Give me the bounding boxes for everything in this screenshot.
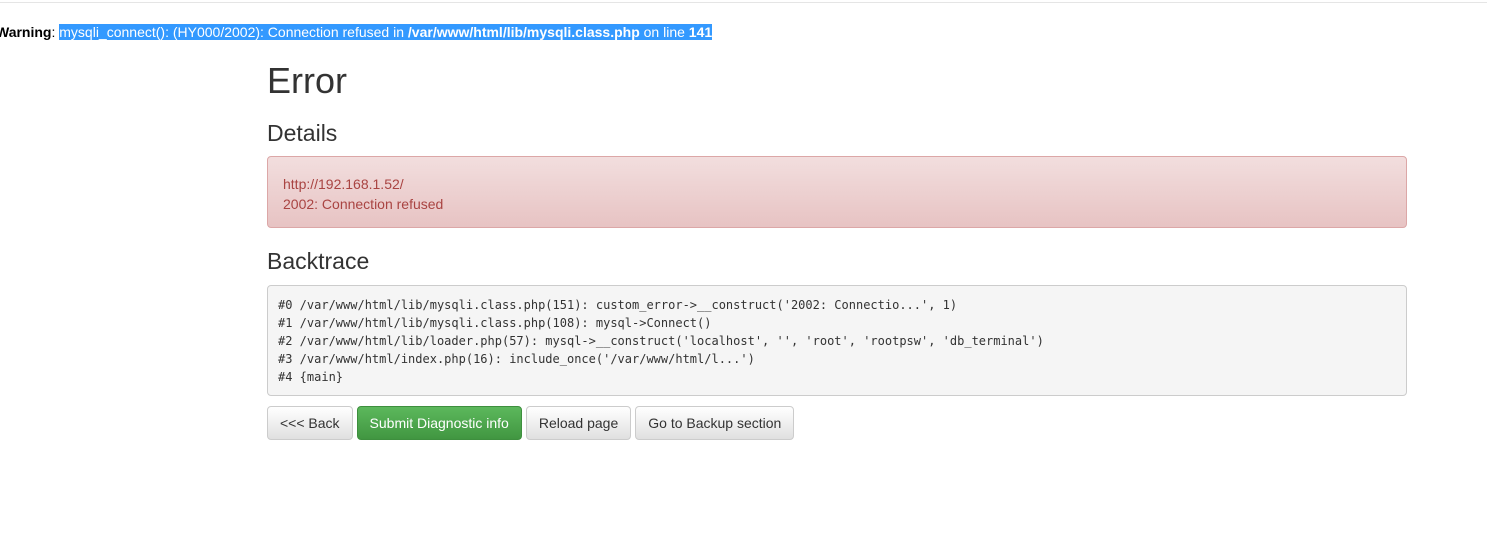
warning-message: mysqli_connect(): (HY000/2002): Connecti…: [59, 24, 408, 40]
main-container: Error Details http://192.168.1.52/ 2002:…: [267, 58, 1407, 440]
warning-selected-text: mysqli_connect(): (HY000/2002): Connecti…: [59, 24, 713, 40]
warning-on-line: on line: [639, 24, 689, 40]
error-alert: http://192.168.1.52/ 2002: Connection re…: [267, 156, 1407, 228]
backtrace-line: #1 /var/www/html/lib/mysqli.class.php(10…: [278, 316, 712, 330]
backtrace-line: #2 /var/www/html/lib/loader.php(57): mys…: [278, 334, 1044, 348]
backtrace-line: #0 /var/www/html/lib/mysqli.class.php(15…: [278, 298, 958, 312]
details-heading: Details: [267, 120, 338, 146]
error-message: 2002: Connection refused: [283, 196, 444, 212]
top-divider: [0, 2, 1487, 3]
error-url: http://192.168.1.52/: [283, 176, 404, 192]
backup-section-button[interactable]: Go to Backup section: [635, 406, 795, 440]
reload-page-button[interactable]: Reload page: [525, 406, 632, 440]
warning-label: Warning: [0, 24, 52, 40]
backtrace-heading: Backtrace: [267, 248, 370, 274]
warning-file-path: /var/www/html/lib/mysqli.class.php: [407, 24, 640, 40]
submit-diagnostic-button[interactable]: Submit Diagnostic info: [356, 406, 522, 440]
backtrace-block: #0 /var/www/html/lib/mysqli.class.php(15…: [267, 285, 1407, 396]
php-warning: Warning: mysqli_connect(): (HY000/2002):…: [0, 23, 713, 41]
backtrace-line: #4 {main}: [278, 370, 344, 384]
page-title: Error: [267, 60, 347, 101]
back-button[interactable]: <<< Back: [267, 406, 353, 440]
warning-line-number: 141: [688, 24, 713, 40]
action-buttons: <<< Back Submit Diagnostic info Reload p…: [267, 406, 1407, 440]
backtrace-line: #3 /var/www/html/index.php(16): include_…: [278, 352, 755, 366]
